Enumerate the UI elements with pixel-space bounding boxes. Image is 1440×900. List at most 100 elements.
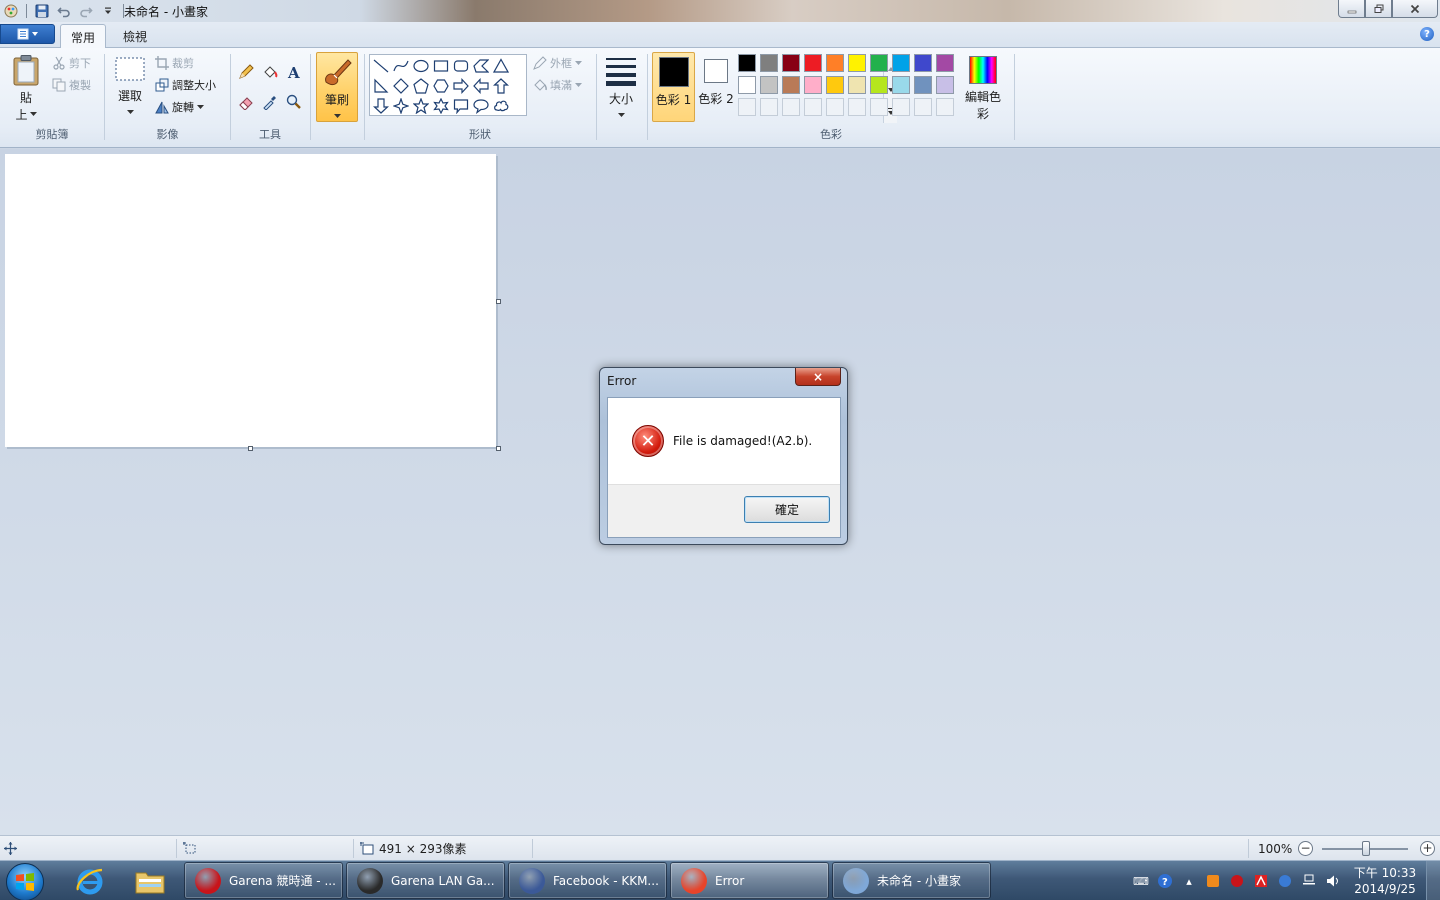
paste-button[interactable]: 貼 上 [8, 54, 44, 123]
task-app-icon [357, 867, 383, 894]
crop-button[interactable]: 裁剪 [155, 55, 194, 71]
show-hidden-icons-chevron-icon[interactable]: ▴ [1180, 872, 1198, 890]
task-label: Facebook - KKM... [553, 873, 659, 888]
triangle-shape[interactable] [491, 56, 511, 76]
paint-app-icon[interactable] [0, 0, 22, 22]
color-picker-tool[interactable] [259, 92, 281, 112]
pentagon-shape[interactable] [411, 76, 431, 96]
windows-logo-icon [16, 873, 34, 891]
oval-callout-shape[interactable] [471, 96, 491, 116]
magnifier-tool[interactable] [283, 92, 305, 112]
six-point-star-shape[interactable] [431, 96, 451, 116]
acrobat-tray-icon[interactable] [1252, 872, 1270, 890]
curve-shape[interactable] [391, 56, 411, 76]
right-triangle-shape[interactable] [371, 76, 391, 96]
hexagon-shape[interactable] [431, 76, 451, 96]
customize-qat-chevron-icon[interactable] [97, 0, 119, 22]
save-icon[interactable] [31, 0, 53, 22]
canvas-resize-handle-bottom[interactable] [248, 446, 253, 451]
oval-shape[interactable] [411, 56, 431, 76]
select-button[interactable]: 選取 [111, 54, 149, 118]
taskbar: Garena 競時通 - ... Garena LAN Ga... Facebook… [0, 860, 1440, 900]
paint-menu-button[interactable] [0, 24, 55, 44]
minimize-button[interactable] [1338, 0, 1365, 18]
curve-icon [393, 60, 409, 72]
start-button[interactable] [6, 863, 44, 900]
system-clock[interactable]: 下午 10:33 2014/9/25 [1350, 865, 1420, 897]
right-arrow-shape[interactable] [451, 76, 471, 96]
canvas-resize-handle-right[interactable] [496, 299, 501, 304]
canvas-resize-handle-corner[interactable] [496, 446, 501, 451]
line-width-icon [606, 58, 636, 86]
clipboard-icon [13, 55, 39, 86]
window-controls [1338, 0, 1438, 18]
taskbar-task-button[interactable]: Facebook - KKM... [508, 862, 667, 899]
chevron-down-icon [617, 113, 625, 117]
fill-tool[interactable] [259, 62, 281, 82]
zoom-out-button[interactable]: − [1298, 841, 1313, 856]
undo-icon[interactable] [53, 0, 75, 22]
shapes-gallery [369, 54, 897, 123]
five-point-star-shape[interactable] [411, 96, 431, 116]
rect-callout-shape[interactable] [451, 96, 471, 116]
chevron-down-icon [197, 104, 204, 109]
tab-home[interactable]: 常用 [60, 24, 107, 48]
pencil-tool[interactable] [235, 62, 257, 82]
four-point-star-shape[interactable] [391, 96, 411, 116]
text-tool[interactable]: A [283, 62, 305, 82]
notification-app-icon[interactable] [1204, 872, 1222, 890]
fill-button[interactable]: 填滿 [533, 77, 582, 93]
left-arrow-shape[interactable] [471, 76, 491, 96]
zoom-slider-thumb[interactable] [1362, 841, 1370, 856]
selection-rectangle-icon [115, 57, 145, 81]
copy-button[interactable]: 複製 [52, 77, 91, 93]
taskbar-task-button[interactable]: Garena LAN Ga... [346, 862, 505, 899]
tab-view[interactable]: 檢視 [113, 24, 157, 48]
diamond-shape[interactable] [391, 76, 411, 96]
close-button[interactable] [1392, 0, 1438, 18]
scissors-icon [53, 56, 65, 70]
taskbar-task-button[interactable]: Garena 競時通 - ... [184, 862, 343, 899]
rounded-rectangle-shape[interactable] [451, 56, 471, 76]
rotate-button[interactable]: 旋轉 [155, 99, 204, 115]
task-label: Garena LAN Ga... [391, 873, 495, 888]
polygon-shape[interactable] [471, 56, 491, 76]
zoom-in-button[interactable]: + [1420, 841, 1435, 856]
pinned-file-explorer[interactable] [122, 863, 178, 899]
resize-button[interactable]: 調整大小 [155, 77, 216, 93]
folder-icon [135, 872, 165, 894]
star-5-icon [413, 98, 429, 114]
network-app-icon[interactable] [1276, 872, 1294, 890]
redo-icon[interactable] [75, 0, 97, 22]
up-arrow-shape[interactable] [491, 76, 511, 96]
drawing-canvas[interactable] [5, 154, 496, 447]
rectangle-shape[interactable] [431, 56, 451, 76]
eraser-tool[interactable] [235, 92, 257, 112]
line-shape[interactable] [371, 56, 391, 76]
garena-tray-icon[interactable] [1228, 872, 1246, 890]
help-icon[interactable]: ? [1420, 27, 1434, 41]
size-button[interactable]: 大小 [600, 52, 642, 122]
help-tray-icon[interactable]: ? [1156, 872, 1174, 890]
star-4-icon [393, 98, 409, 114]
down-arrow-shape[interactable] [371, 96, 391, 116]
callout-cloud-icon [494, 100, 509, 112]
taskbar-task-button[interactable]: Error [670, 862, 829, 899]
dialog-footer: 確定 [608, 484, 840, 537]
pinned-internet-explorer[interactable] [62, 863, 118, 899]
restore-button[interactable] [1365, 0, 1392, 18]
outline-button[interactable]: 外框 [533, 55, 582, 71]
keyboard-icon[interactable]: ⌨ [1132, 872, 1150, 890]
outline-label: 外框 [550, 57, 572, 70]
rotate-label: 旋轉 [172, 101, 194, 114]
taskbar-task-button[interactable]: 未命名 - 小畫家 [832, 862, 991, 899]
show-desktop-button[interactable] [1426, 861, 1440, 900]
network-icon[interactable] [1300, 872, 1318, 890]
dialog-close-button[interactable]: × [795, 368, 841, 386]
volume-icon[interactable] [1324, 872, 1342, 890]
cut-button[interactable]: 剪下 [52, 55, 91, 71]
triangle-icon [493, 58, 509, 73]
brushes-button[interactable]: 筆刷 [316, 52, 358, 122]
cloud-callout-shape[interactable] [491, 96, 511, 116]
ok-button[interactable]: 確定 [744, 496, 830, 523]
